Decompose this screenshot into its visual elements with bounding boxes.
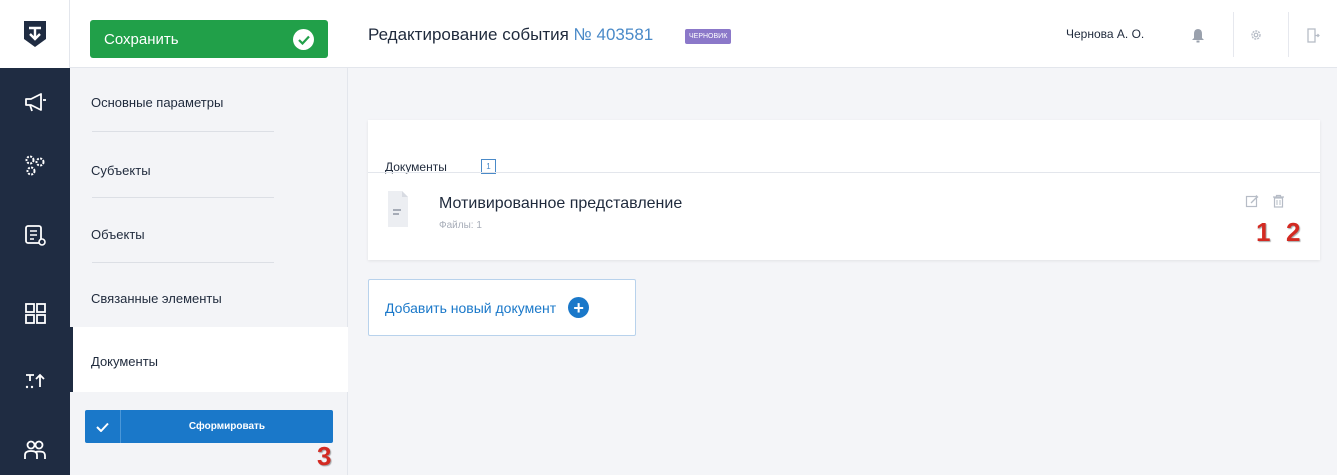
card-divider xyxy=(368,172,1320,173)
page-title-text: Редактирование события xyxy=(368,25,569,44)
status-badge: ЧЕРНОВИК xyxy=(685,29,732,44)
document-files-count: Файлы: 1 xyxy=(439,220,482,231)
app-logo[interactable] xyxy=(0,0,70,68)
user-name[interactable]: Чернова А. О. xyxy=(1066,27,1144,41)
annotation-marker-2: 2 xyxy=(1286,217,1301,247)
annotation-marker-1: 1 xyxy=(1256,217,1271,247)
nav-item-documents[interactable]: Документы xyxy=(70,327,348,392)
form-button-label: Сформировать xyxy=(188,421,266,432)
nav-item-label: Связанные элементы xyxy=(91,291,222,306)
nav-item-label: Документы xyxy=(91,354,159,369)
page-title: Редактирование события № 403581 xyxy=(368,25,653,45)
nav-item-subjects[interactable]: Субъекты xyxy=(70,133,348,198)
document-icon xyxy=(386,190,410,233)
page-header: Редактирование события № 403581 ЧЕРНОВИК… xyxy=(348,0,1337,68)
trash-icon[interactable] xyxy=(1268,191,1288,211)
check-circle-icon xyxy=(293,29,314,50)
report-icon[interactable] xyxy=(0,215,70,255)
documents-card: Документы 1 Мотивированное представление… xyxy=(368,120,1320,260)
megaphone-icon[interactable] xyxy=(0,82,70,122)
save-bar: Сохранить xyxy=(70,0,348,68)
save-button[interactable]: Сохранить xyxy=(90,20,328,58)
nav-item-label: Основные параметры xyxy=(91,95,224,110)
document-row[interactable]: Мотивированное представление Файлы: 1 xyxy=(368,175,1320,260)
logout-icon[interactable] xyxy=(1293,20,1333,50)
nav-divider xyxy=(92,131,274,132)
transfer-icon[interactable] xyxy=(0,360,70,400)
nav-item-label: Субъекты xyxy=(91,163,151,178)
app-window: Сохранить Основные параметры Субъекты Об… xyxy=(0,0,1337,475)
form-button[interactable]: Сформировать xyxy=(85,410,333,443)
edit-icon[interactable] xyxy=(1242,191,1262,211)
save-button-label: Сохранить xyxy=(104,30,179,48)
nav-item-label: Объекты xyxy=(91,227,145,242)
users-icon[interactable] xyxy=(0,430,70,470)
nav-item-related[interactable]: Связанные элементы xyxy=(70,263,348,328)
add-document-button[interactable]: Добавить новый документ + xyxy=(368,279,636,336)
annotation-marker-3: 3 xyxy=(317,441,332,471)
dashboard-icon[interactable] xyxy=(0,293,70,333)
logo-icon xyxy=(23,21,46,47)
header-divider xyxy=(1288,12,1289,57)
nav-item-objects[interactable]: Объекты xyxy=(70,198,348,263)
gears-icon[interactable] xyxy=(0,145,70,185)
plus-circle-icon: + xyxy=(568,297,590,318)
event-number: № 403581 xyxy=(573,25,654,44)
document-name: Мотивированное представление xyxy=(439,195,683,212)
add-document-label: Добавить новый документ xyxy=(385,299,557,316)
header-divider xyxy=(1233,12,1234,57)
gear-icon[interactable] xyxy=(1236,20,1276,50)
nav-item-main-params[interactable]: Основные параметры xyxy=(70,69,348,134)
checkmark-icon xyxy=(85,410,121,443)
bell-icon[interactable] xyxy=(1178,20,1218,50)
